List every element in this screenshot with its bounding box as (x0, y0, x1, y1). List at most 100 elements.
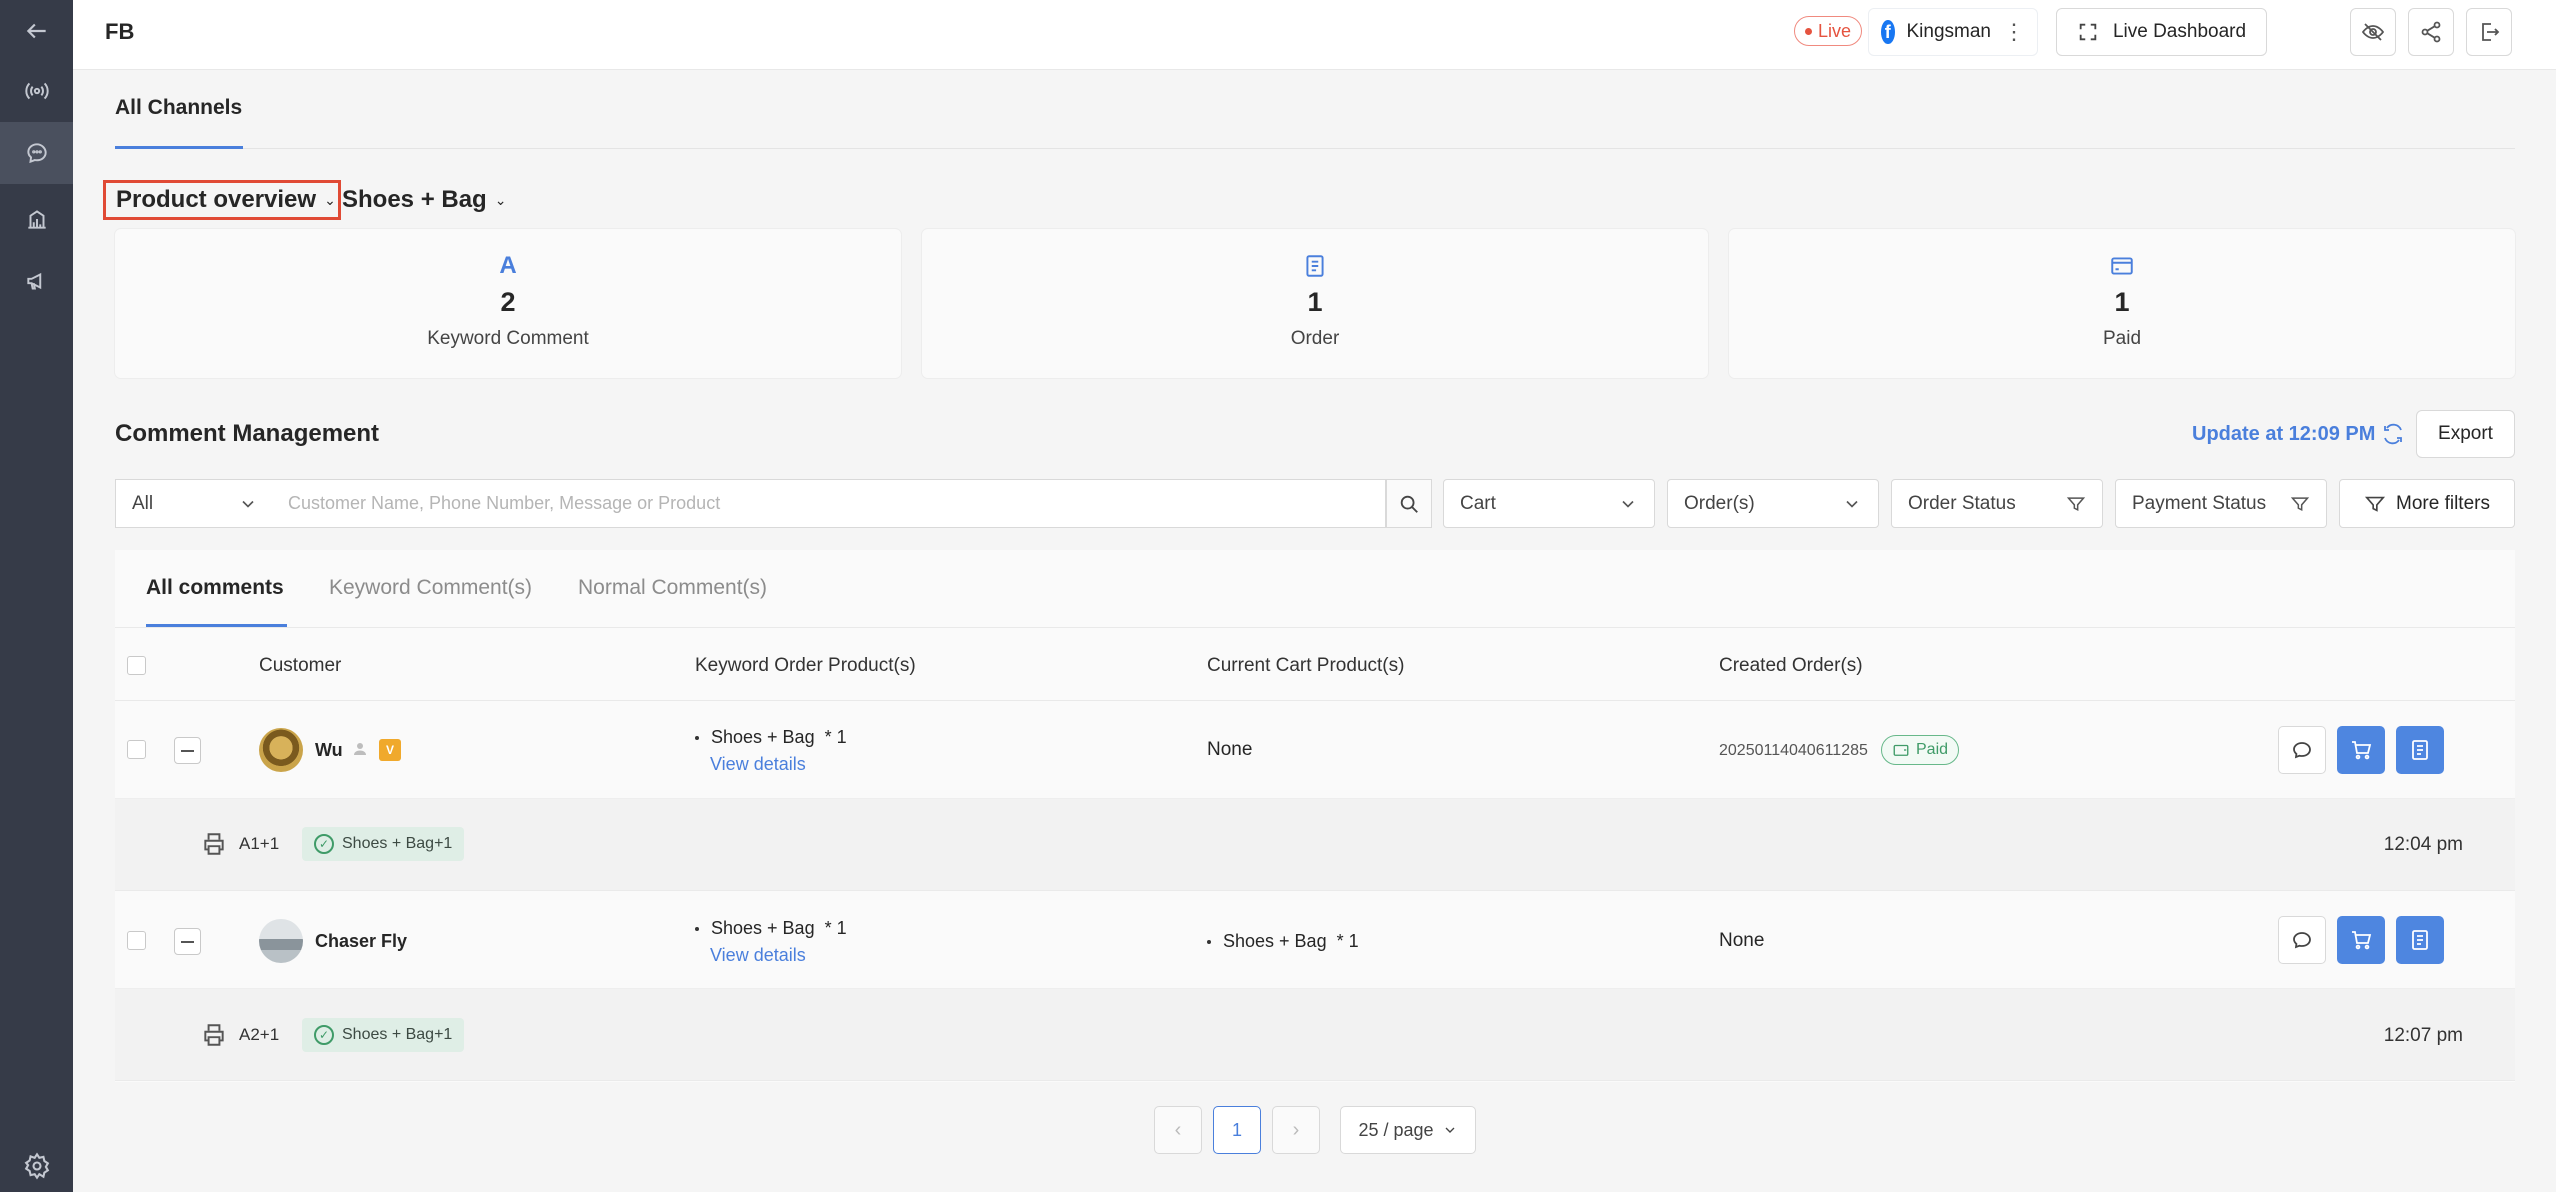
page-size-value: 25 / page (1358, 1119, 1434, 1140)
search-input[interactable] (274, 479, 1386, 528)
orders-filter-select[interactable]: Order(s) (1667, 479, 1879, 528)
cart-product-qty: * 1 (1336, 931, 1359, 951)
stat-card-paid: 1 Paid (1729, 229, 2515, 378)
row-checkbox[interactable] (127, 740, 146, 759)
previous-page-button[interactable]: ‹ (1154, 1106, 1202, 1154)
product-overview-dropdown[interactable]: Product overview ⌄ (103, 180, 341, 220)
table-row: Wu V Shoes + Bag * 1 View details None 2… (115, 702, 2515, 799)
sidebar (0, 0, 73, 1192)
order-clipboard-icon (2412, 740, 2428, 760)
message-button[interactable] (2278, 916, 2326, 964)
back-arrow-icon[interactable] (0, 0, 73, 62)
message-button[interactable] (2278, 726, 2326, 774)
stat-label: Keyword Comment (427, 328, 589, 349)
refresh-update-button[interactable]: Update at 12:09 PM (2192, 422, 2405, 446)
tab-keyword-comments[interactable]: Keyword Comment(s) (329, 576, 532, 600)
create-order-button[interactable] (2396, 916, 2444, 964)
page-name: Kingsman (1906, 21, 1992, 42)
live-dashboard-label: Live Dashboard (2112, 21, 2247, 42)
created-order-cell: None (1719, 930, 1765, 951)
view-details-link[interactable]: View details (710, 754, 806, 775)
hide-eye-button[interactable] (2350, 8, 2396, 56)
stat-value: 1 (2114, 287, 2130, 317)
bullet-icon (695, 927, 699, 932)
view-details-link[interactable]: View details (710, 945, 806, 966)
add-to-cart-button[interactable] (2337, 726, 2385, 774)
active-tab-indicator (115, 146, 243, 149)
paid-status-badge: Paid (1881, 735, 1960, 765)
next-page-button[interactable]: › (1272, 1106, 1320, 1154)
live-dot-icon (1805, 27, 1812, 35)
share-button[interactable] (2408, 8, 2454, 56)
live-status-badge: Live (1794, 16, 1863, 46)
export-button[interactable]: Export (2416, 410, 2515, 458)
collapse-row-button[interactable] (174, 737, 201, 764)
share-icon (2421, 21, 2441, 43)
more-vertical-icon[interactable]: ⋮ (2003, 21, 2025, 43)
keyword-a-icon: A (499, 252, 517, 279)
tab-all-channels[interactable]: All Channels (115, 96, 242, 120)
row-checkbox[interactable] (127, 931, 146, 950)
page-size-select[interactable]: 25 / page (1340, 1106, 1476, 1154)
cart-product-item: Shoes + Bag * 1 (1207, 931, 1359, 952)
create-order-button[interactable] (2396, 726, 2444, 774)
column-header-created-orders: Created Order(s) (1719, 655, 1863, 676)
cart-filter-select[interactable]: Cart (1443, 479, 1655, 528)
add-to-cart-button[interactable] (2337, 916, 2385, 964)
stat-label: Paid (2102, 328, 2142, 349)
stat-value: 1 (1307, 287, 1323, 317)
chevron-down-icon: ⌄ (494, 191, 507, 208)
print-button[interactable] (201, 831, 227, 862)
order-id-link[interactable]: 20250114040611285 (1719, 742, 1868, 760)
refresh-icon (2384, 423, 2403, 445)
page-number-button[interactable]: 1 (1213, 1106, 1261, 1154)
tab-all-comments[interactable]: All comments (146, 576, 284, 600)
chat-icon[interactable] (0, 122, 73, 184)
tab-normal-comments[interactable]: Normal Comment(s) (578, 576, 767, 600)
customer-name[interactable]: Chaser Fly (315, 931, 407, 952)
check-circle-icon: ✓ (314, 834, 334, 854)
page-title: FB (105, 19, 135, 44)
table-row: Chaser Fly Shoes + Bag * 1 View details … (115, 892, 2515, 989)
column-header-keyword-products: Keyword Order Product(s) (695, 655, 916, 676)
exit-button[interactable] (2466, 8, 2512, 56)
building-chart-icon[interactable] (0, 188, 73, 250)
product-selector-dropdown[interactable]: Shoes + Bag ⌄ (342, 184, 506, 216)
matched-keyword-label: Shoes + Bag+1 (342, 835, 453, 852)
more-filters-button[interactable]: More filters (2339, 479, 2515, 528)
chevron-down-icon (238, 494, 258, 514)
payment-status-label: Payment Status (2132, 492, 2267, 514)
funnel-icon (2066, 494, 2086, 514)
order-status-filter[interactable]: Order Status (1891, 479, 2103, 528)
chevron-down-icon (1618, 494, 1638, 514)
keyword-product-name: Shoes + Bag (711, 918, 815, 938)
facebook-page-selector[interactable]: f Kingsman ⋮ (1868, 8, 2038, 56)
bullet-icon (695, 736, 699, 741)
settings-gear-icon[interactable] (0, 1140, 73, 1192)
scope-select[interactable]: All (115, 479, 275, 528)
active-tab-indicator (146, 624, 287, 627)
stat-card-keyword-comment: A 2 Keyword Comment (115, 229, 901, 378)
avatar (259, 728, 303, 772)
search-button[interactable] (1386, 479, 1432, 528)
select-all-checkbox[interactable] (127, 656, 146, 675)
cart-filter-value: Cart (1460, 492, 1496, 514)
keyword-product-qty: * 1 (824, 918, 847, 938)
print-button[interactable] (201, 1022, 227, 1053)
live-dashboard-button[interactable]: Live Dashboard (2056, 8, 2267, 56)
broadcast-icon[interactable] (0, 60, 73, 122)
paid-status-label: Paid (1916, 741, 1949, 758)
payment-status-filter[interactable]: Payment Status (2115, 479, 2327, 528)
customer-name[interactable]: Wu (315, 740, 343, 761)
comment-time: 12:04 pm (2383, 834, 2463, 855)
product-selector-label: Shoes + Bag (342, 186, 487, 213)
orders-filter-value: Order(s) (1684, 492, 1755, 514)
comment-code: A1+1 (239, 834, 280, 853)
vip-badge-icon: V (379, 739, 401, 761)
order-status-label: Order Status (1908, 492, 2016, 514)
collapse-row-button[interactable] (174, 928, 201, 955)
cart-icon (2352, 931, 2372, 950)
column-header-customer: Customer (259, 655, 342, 676)
megaphone-icon[interactable] (0, 250, 73, 312)
credit-card-icon (2109, 251, 2135, 281)
